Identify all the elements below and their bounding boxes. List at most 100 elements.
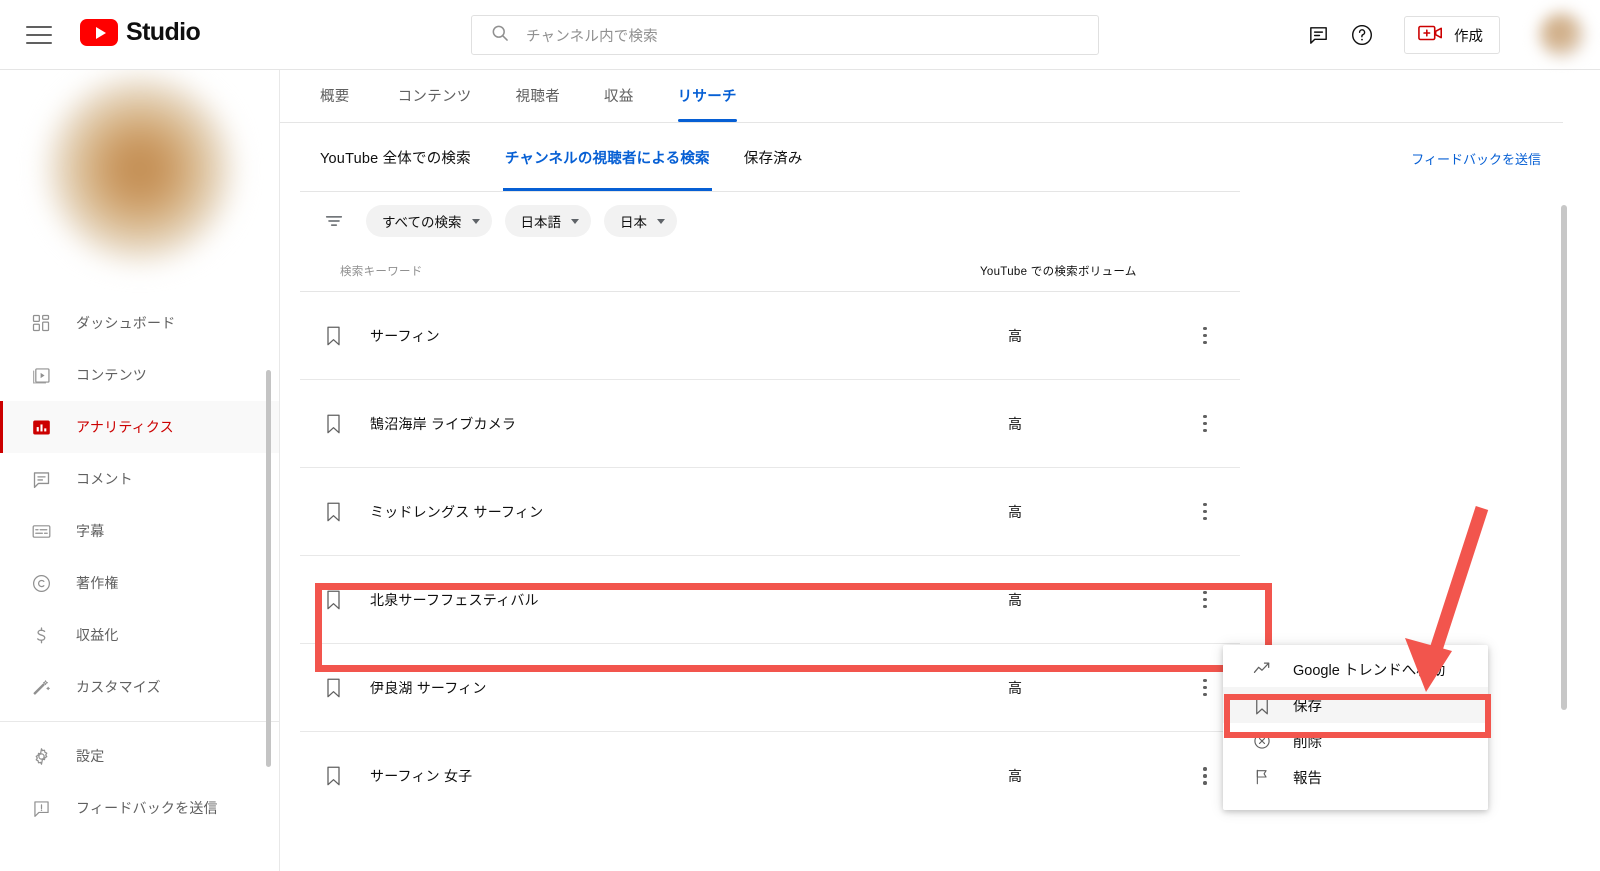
bookmark-icon[interactable] bbox=[320, 325, 346, 347]
sidebar-item-settings[interactable]: 設定 bbox=[0, 730, 279, 782]
sidebar-label: 字幕 bbox=[76, 523, 105, 539]
youtube-play-icon bbox=[80, 19, 118, 46]
help-icon[interactable] bbox=[1340, 13, 1384, 57]
table-row[interactable]: 伊良湖 サーフィン 高 bbox=[300, 644, 1240, 732]
feedback-icon[interactable] bbox=[1296, 13, 1340, 57]
bookmark-icon[interactable] bbox=[320, 589, 346, 611]
research-tab-bar: YouTube 全体での検索 チャンネルの視聴者による検索 保存済み フィードバ… bbox=[280, 123, 1563, 191]
tab-overview[interactable]: 概要 bbox=[320, 85, 376, 122]
content-video-icon bbox=[28, 362, 54, 388]
chip-label: 日本 bbox=[620, 215, 648, 230]
row-more-options-icon[interactable] bbox=[1190, 761, 1220, 791]
hamburger-menu-icon[interactable] bbox=[26, 21, 54, 49]
sidebar-item-dashboard[interactable]: ダッシュボード bbox=[0, 297, 279, 349]
keyword-text: ミッドレングス サーフィン bbox=[370, 503, 544, 520]
menu-item-label: 保存 bbox=[1293, 698, 1322, 715]
comment-icon bbox=[28, 466, 54, 492]
sidebar-item-customize[interactable]: カスタマイズ bbox=[0, 661, 279, 713]
brand-label: Studio bbox=[126, 18, 201, 46]
customize-wand-icon bbox=[28, 674, 54, 700]
filter-chip-region[interactable]: 日本 bbox=[604, 205, 678, 237]
sidebar-item-monetization[interactable]: 収益化 bbox=[0, 609, 279, 661]
app-root: Studio チャンネル内で検索 作成 ダッシュボード コンテンツ アナリティク… bbox=[0, 0, 1600, 871]
chip-label: 日本語 bbox=[520, 215, 562, 230]
youtube-studio-logo[interactable]: Studio bbox=[80, 18, 201, 47]
top-bar: Studio チャンネル内で検索 作成 bbox=[0, 0, 1600, 70]
row-more-options-icon[interactable] bbox=[1190, 585, 1220, 615]
volume-text: 高 bbox=[1008, 679, 1022, 696]
bookmark-icon[interactable] bbox=[320, 413, 346, 435]
keyword-text: 鵠沼海岸 ライブカメラ bbox=[370, 415, 517, 432]
menu-item-label: 削除 bbox=[1293, 734, 1322, 751]
column-header-volume: YouTube での検索ボリューム bbox=[980, 265, 1137, 278]
bookmark-icon[interactable] bbox=[320, 677, 346, 699]
menu-item-label: 報告 bbox=[1293, 770, 1322, 787]
sidebar-label: フィードバックを送信 bbox=[76, 800, 218, 816]
sidebar-item-copyright[interactable]: 著作権 bbox=[0, 557, 279, 609]
table-row[interactable]: 鵠沼海岸 ライブカメラ 高 bbox=[300, 380, 1240, 468]
sidebar-item-subtitles[interactable]: 字幕 bbox=[0, 505, 279, 557]
menu-item-delete[interactable]: 削除 bbox=[1223, 723, 1488, 759]
sidebar-item-comments[interactable]: コメント bbox=[0, 453, 279, 505]
sidebar-item-analytics[interactable]: アナリティクス bbox=[0, 401, 279, 453]
chevron-down-icon bbox=[571, 218, 580, 224]
tab-audience[interactable]: 視聴者 bbox=[494, 85, 582, 122]
sidebar-divider bbox=[0, 721, 279, 722]
table-row-highlighted[interactable]: 北泉サーフフェスティバル 高 bbox=[300, 556, 1240, 644]
row-more-options-icon[interactable] bbox=[1190, 409, 1220, 439]
filter-chip-language[interactable]: 日本語 bbox=[504, 205, 592, 237]
sidebar: ダッシュボード コンテンツ アナリティクス コメント 字幕 著作権 収益化 カス… bbox=[0, 70, 280, 871]
column-header-keyword: 検索キーワード bbox=[340, 265, 423, 278]
row-more-options-icon[interactable] bbox=[1190, 497, 1220, 527]
tab-content[interactable]: コンテンツ bbox=[376, 85, 494, 122]
table-row[interactable]: サーフィン 女子 高 bbox=[300, 732, 1240, 820]
filter-chip-search-type[interactable]: すべての検索 bbox=[366, 205, 492, 237]
sidebar-item-content[interactable]: コンテンツ bbox=[0, 349, 279, 401]
tab-saved[interactable]: 保存済み bbox=[744, 123, 803, 191]
filter-icon[interactable] bbox=[320, 207, 348, 235]
tab-label: コンテンツ bbox=[397, 89, 472, 105]
main-scrollbar[interactable] bbox=[1561, 205, 1567, 710]
analytics-bar-icon bbox=[28, 414, 54, 440]
flag-icon bbox=[1251, 766, 1273, 788]
sidebar-nav: ダッシュボード コンテンツ アナリティクス コメント 字幕 著作権 収益化 カス… bbox=[0, 295, 279, 834]
channel-avatar-block bbox=[0, 70, 279, 295]
row-more-options-icon[interactable] bbox=[1190, 673, 1220, 703]
search-input[interactable]: チャンネル内で検索 bbox=[471, 15, 1099, 55]
bookmark-icon[interactable] bbox=[320, 765, 346, 787]
tab-label: 概要 bbox=[320, 89, 350, 105]
table-header: 検索キーワード YouTube での検索ボリューム bbox=[300, 250, 1240, 292]
sidebar-scrollbar[interactable] bbox=[266, 370, 271, 767]
volume-text: 高 bbox=[1008, 591, 1022, 608]
table-row[interactable]: ミッドレングス サーフィン 高 bbox=[300, 468, 1240, 556]
sidebar-label: アナリティクス bbox=[76, 419, 174, 435]
sidebar-label: 著作権 bbox=[76, 575, 119, 591]
top-actions: 作成 bbox=[1296, 0, 1500, 70]
tab-label: 収益 bbox=[604, 89, 634, 105]
channel-avatar[interactable] bbox=[46, 76, 233, 262]
subtitles-icon bbox=[28, 518, 54, 544]
bookmark-icon bbox=[1251, 694, 1273, 716]
tab-label: 視聴者 bbox=[515, 89, 561, 105]
volume-text: 高 bbox=[1008, 327, 1022, 344]
sidebar-label: カスタマイズ bbox=[76, 679, 161, 695]
sidebar-label: ダッシュボード bbox=[76, 315, 176, 331]
sidebar-item-send-feedback[interactable]: フィードバックを送信 bbox=[0, 782, 279, 834]
filter-bar: すべての検索 日本語 日本 bbox=[280, 192, 1563, 250]
send-feedback-link[interactable]: フィードバックを送信 bbox=[1411, 149, 1541, 168]
chip-label: すべての検索 bbox=[382, 215, 462, 230]
menu-item-report[interactable]: 報告 bbox=[1223, 759, 1488, 795]
row-more-options-icon[interactable] bbox=[1190, 321, 1220, 351]
menu-item-google-trends[interactable]: Google トレンドへ移動 bbox=[1223, 651, 1488, 687]
table-row[interactable]: サーフィン 高 bbox=[300, 292, 1240, 380]
tab-research[interactable]: リサーチ bbox=[656, 85, 759, 122]
tab-search-by-channel-viewers[interactable]: チャンネルの視聴者による検索 bbox=[502, 123, 712, 191]
tab-revenue[interactable]: 収益 bbox=[582, 85, 656, 122]
account-avatar[interactable] bbox=[1538, 11, 1586, 59]
bookmark-icon[interactable] bbox=[320, 501, 346, 523]
create-button[interactable]: 作成 bbox=[1404, 16, 1500, 54]
chevron-down-icon bbox=[657, 218, 666, 224]
menu-item-save[interactable]: 保存 bbox=[1223, 687, 1488, 723]
tab-search-across-youtube[interactable]: YouTube 全体での検索 bbox=[320, 123, 471, 191]
trending-up-icon bbox=[1251, 658, 1273, 680]
